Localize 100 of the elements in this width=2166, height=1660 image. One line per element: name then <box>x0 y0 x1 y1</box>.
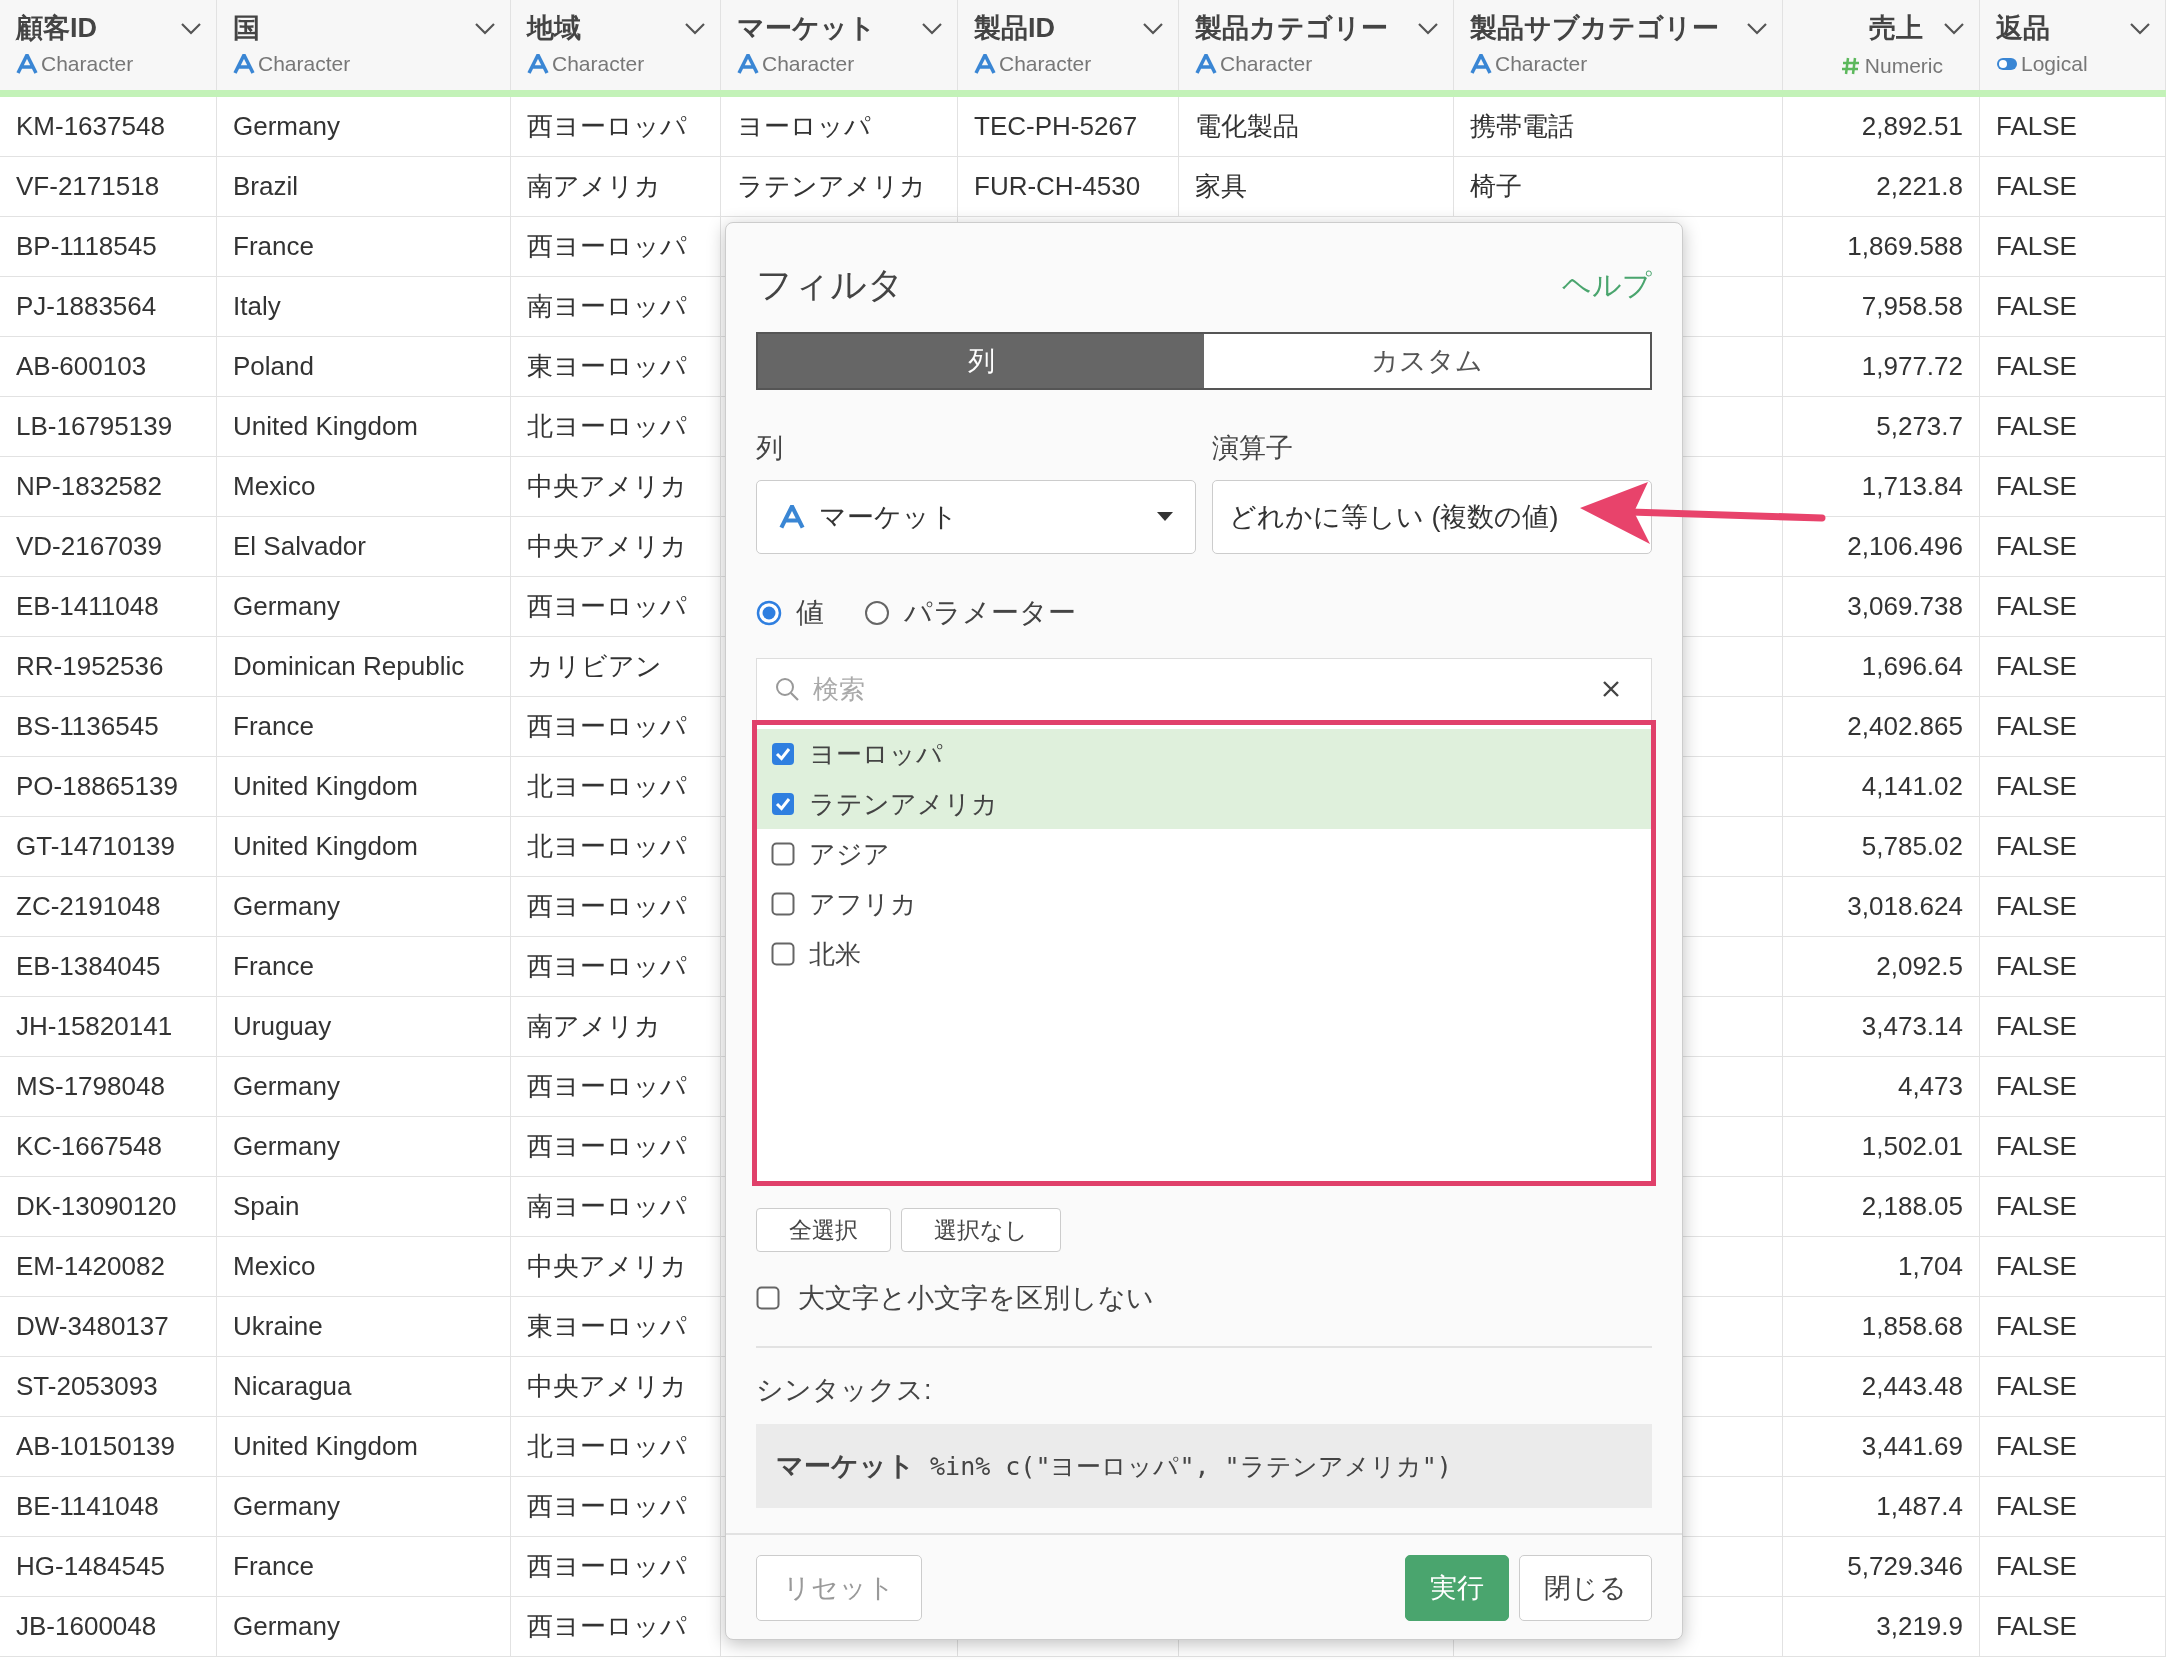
caret-down-icon <box>1157 512 1173 522</box>
table-cell: MS-1798048 <box>0 1057 217 1117</box>
table-cell: United Kingdom <box>217 397 511 457</box>
table-cell: 北ヨーロッパ <box>511 1417 721 1477</box>
table-cell: JH-15820141 <box>0 997 217 1057</box>
column-header[interactable]: 返品 <box>1996 10 2050 46</box>
table-cell: VF-2171518 <box>0 157 217 217</box>
character-type-icon <box>974 54 996 74</box>
chevron-down-icon[interactable] <box>1142 22 1164 36</box>
checkbox[interactable] <box>756 1286 780 1310</box>
column-select[interactable]: マーケット <box>756 480 1196 554</box>
table-cell: FALSE <box>1980 457 2166 517</box>
table-cell: ラテンアメリカ <box>721 157 958 217</box>
value-option[interactable]: ヨーロッパ <box>757 729 1651 779</box>
column-header[interactable]: 売上 <box>1869 10 1923 46</box>
clear-icon[interactable] <box>1602 680 1620 698</box>
column-header[interactable]: マーケット <box>737 10 876 46</box>
ignore-case-checkbox[interactable]: 大文字と小文字を区別しない <box>756 1280 1652 1316</box>
table-cell: France <box>217 937 511 997</box>
tab[interactable]: カスタム <box>1204 334 1650 388</box>
chevron-down-icon[interactable] <box>1943 22 1965 36</box>
column-type: Character <box>552 52 645 76</box>
radio-option[interactable]: パラメーター <box>864 594 1076 632</box>
table-cell: 携帯電話 <box>1454 97 1783 157</box>
table-cell: ヨーロッパ <box>721 97 958 157</box>
table-cell: 北ヨーロッパ <box>511 817 721 877</box>
column-header[interactable]: 製品サブカテゴリー <box>1470 10 1719 46</box>
radio-option[interactable]: 値 <box>756 594 824 632</box>
table-cell: ZC-2191048 <box>0 877 217 937</box>
column-type: Character <box>1495 52 1588 76</box>
table-cell: KM-1637548 <box>0 97 217 157</box>
table-cell: JB-1600048 <box>0 1597 217 1657</box>
syntax-code: マーケット %in% c("ヨーロッパ", "ラテンアメリカ") <box>756 1424 1652 1508</box>
checkbox[interactable] <box>771 792 795 816</box>
checkbox[interactable] <box>771 892 795 916</box>
table-cell: 中央アメリカ <box>511 517 721 577</box>
select-none-button[interactable]: 選択なし <box>901 1208 1061 1252</box>
table-cell: VD-2167039 <box>0 517 217 577</box>
table-cell: France <box>217 1537 511 1597</box>
chevron-down-icon[interactable] <box>2129 22 2151 36</box>
table-cell: FALSE <box>1980 697 2166 757</box>
character-type-icon <box>233 54 255 74</box>
chevron-down-icon[interactable] <box>180 22 202 36</box>
table-cell: カリビアン <box>511 637 721 697</box>
table-cell: FALSE <box>1980 337 2166 397</box>
chevron-down-icon[interactable] <box>684 22 706 36</box>
table-cell: AB-600103 <box>0 337 217 397</box>
tab[interactable]: 列 <box>758 334 1204 388</box>
search-icon <box>774 676 800 702</box>
character-type-icon <box>779 505 805 529</box>
chevron-down-icon[interactable] <box>474 22 496 36</box>
chevron-down-icon[interactable] <box>921 22 943 36</box>
table-cell: FALSE <box>1980 277 2166 337</box>
column-header[interactable]: 顧客ID <box>16 10 97 46</box>
dialog-button[interactable]: 閉じる <box>1519 1555 1652 1621</box>
table-cell: 西ヨーロッパ <box>511 97 721 157</box>
table-cell: United Kingdom <box>217 817 511 877</box>
table-cell: 3,018.624 <box>1783 877 1980 937</box>
table-cell: United Kingdom <box>217 757 511 817</box>
table-cell: 西ヨーロッパ <box>511 217 721 277</box>
operator-select[interactable]: どれかに等しい (複数の値) <box>1212 480 1652 554</box>
table-cell: 西ヨーロッパ <box>511 1057 721 1117</box>
table-cell: PO-18865139 <box>0 757 217 817</box>
column-header[interactable]: 製品ID <box>974 10 1055 46</box>
table-cell: RR-1952536 <box>0 637 217 697</box>
table-cell: BP-1118545 <box>0 217 217 277</box>
table-cell: 1,704 <box>1783 1237 1980 1297</box>
table-cell: EB-1411048 <box>0 577 217 637</box>
value-option[interactable]: ラテンアメリカ <box>757 779 1651 829</box>
table-cell: DW-3480137 <box>0 1297 217 1357</box>
table-cell: 家具 <box>1179 157 1454 217</box>
table-cell: 北ヨーロッパ <box>511 397 721 457</box>
table-cell: Nicaragua <box>217 1357 511 1417</box>
checkbox[interactable] <box>771 742 795 766</box>
table-cell: FALSE <box>1980 997 2166 1057</box>
table-cell: 1,977.72 <box>1783 337 1980 397</box>
table-cell: FALSE <box>1980 1597 2166 1657</box>
chevron-down-icon[interactable] <box>1746 22 1768 36</box>
character-type-icon <box>1195 54 1217 74</box>
checkbox[interactable] <box>771 842 795 866</box>
table-cell: 2,188.05 <box>1783 1177 1980 1237</box>
column-type: Character <box>41 52 134 76</box>
search-field[interactable]: 検索 <box>756 658 1652 720</box>
table-cell: 2,443.48 <box>1783 1357 1980 1417</box>
select-all-button[interactable]: 全選択 <box>756 1208 891 1252</box>
table-cell: DK-13090120 <box>0 1177 217 1237</box>
table-cell: KC-1667548 <box>0 1117 217 1177</box>
column-header[interactable]: 地域 <box>527 10 581 46</box>
table-cell: 1,869.588 <box>1783 217 1980 277</box>
table-cell: FALSE <box>1980 757 2166 817</box>
column-header[interactable]: 国 <box>233 10 260 46</box>
table-cell: FALSE <box>1980 577 2166 637</box>
table-cell: 南ヨーロッパ <box>511 1177 721 1237</box>
column-header[interactable]: 製品カテゴリー <box>1195 10 1388 46</box>
chevron-down-icon[interactable] <box>1417 22 1439 36</box>
table-cell: LB-16795139 <box>0 397 217 457</box>
table-cell: GT-14710139 <box>0 817 217 877</box>
field-label: 列 <box>756 432 784 465</box>
column-type: Character <box>1220 52 1313 76</box>
checkbox[interactable] <box>771 942 795 966</box>
